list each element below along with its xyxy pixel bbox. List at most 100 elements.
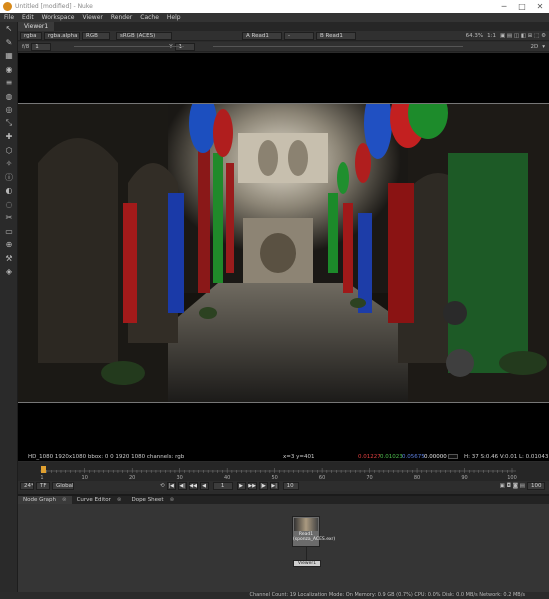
gamma-slider[interactable] xyxy=(213,46,463,47)
menu-file[interactable]: File xyxy=(0,14,18,21)
hsvl-values: H: 37 S:0.46 V:0.01 L: 0.01043 xyxy=(464,454,549,460)
status-bar: Channel Count: 19 Localization Mode: On … xyxy=(0,592,549,599)
playback-controls: 24* TF Global ⟲ |◀ ◀| ◀◀ ◀ 1 ▶ ▶▶ |▶ ▶| … xyxy=(18,481,549,491)
close-button[interactable]: ✕ xyxy=(531,2,549,11)
cursor-coords: x=3 y=401 xyxy=(283,454,315,460)
rendered-image xyxy=(18,103,549,402)
furnace-tool-icon[interactable]: ⊕ xyxy=(0,238,18,252)
keyer-tool-icon[interactable]: ◎ xyxy=(0,103,18,117)
node-graph[interactable]: Read1 (sponza_ACES.exr) Viewer1 xyxy=(18,504,549,592)
pointer-tool-icon[interactable]: ↖ xyxy=(0,22,18,36)
menu-edit[interactable]: Edit xyxy=(18,14,38,21)
window-controls: ─ □ ✕ xyxy=(495,2,549,11)
timecode-format-dropdown[interactable]: TF xyxy=(36,482,50,490)
viewer-controls-bottom: f/8 1 Y 1 2D ▾ xyxy=(18,42,549,52)
views-tool-icon[interactable]: ⓘ xyxy=(0,171,18,185)
alpha-value: 0.00000 xyxy=(424,454,447,460)
maximize-button[interactable]: □ xyxy=(513,2,531,11)
downscale-ratio[interactable]: 1:1 xyxy=(487,33,496,39)
menu-cache[interactable]: Cache xyxy=(136,14,163,21)
toolsets-icon[interactable]: ✂ xyxy=(0,211,18,225)
compare-op-dropdown[interactable]: - xyxy=(284,31,314,40)
goto-start-button[interactable]: |◀ xyxy=(166,482,176,490)
filter-tool-icon[interactable]: ◍ xyxy=(0,90,18,104)
input-a-dropdown[interactable]: A Read1 xyxy=(242,31,282,40)
tab-viewer1[interactable]: Viewer1 xyxy=(18,22,55,31)
menu-viewer[interactable]: Viewer xyxy=(78,14,106,21)
gain-field[interactable]: 1 xyxy=(31,42,52,51)
next-keyframe-button[interactable]: |▶ xyxy=(258,482,268,490)
format-info: HD_1080 1920x1080 bbox: 0 0 1920 1080 ch… xyxy=(28,454,185,460)
cara-vr-tool-icon[interactable]: ◈ xyxy=(0,265,18,279)
tab-dope-sheet[interactable]: Dope Sheet ⊗ xyxy=(126,496,179,504)
timeline-ruler[interactable]: 1 10 20 30 40 50 60 70 80 90 100 xyxy=(18,462,549,481)
viewer1-node[interactable]: Viewer1 xyxy=(293,560,321,567)
play-forward-button[interactable]: ▶ xyxy=(236,482,246,490)
increment-field[interactable]: 10 xyxy=(282,482,299,490)
read1-node[interactable]: Read1 (sponza_ACES.exr) xyxy=(292,516,336,547)
step-back-increment-button[interactable]: ◀◀ xyxy=(188,482,198,490)
menu-render[interactable]: Render xyxy=(107,14,136,21)
format-bound-top xyxy=(18,103,549,104)
prev-keyframe-button[interactable]: ◀| xyxy=(177,482,187,490)
node-graph-tab-bar: Node Graph ⊗ Curve Editor ⊗ Dope Sheet ⊗ xyxy=(18,494,549,504)
metadata-tool-icon[interactable]: ◌ xyxy=(0,198,18,212)
playhead[interactable] xyxy=(41,466,46,473)
zoom-level[interactable]: 64.3% xyxy=(466,33,483,39)
end-frame-field[interactable]: 100 xyxy=(527,482,545,490)
loop-icon[interactable]: ⟲ xyxy=(160,483,165,489)
nodes-toolbar: ↖ ✎ ▦ ◉ ≡ ◍ ◎ ⤡ ✚ ⬡ ✧ ⓘ ◐ ◌ ✂ ▭ ⊕ ⚒ ◈ xyxy=(0,22,18,599)
viewer-process-dropdown[interactable]: sRGB (ACES) xyxy=(116,31,172,40)
merge-tool-icon[interactable]: ⤡ xyxy=(0,117,18,131)
format-bound-bottom xyxy=(18,402,549,403)
other-tool-icon[interactable]: ▭ xyxy=(0,225,18,239)
fps-field[interactable]: 24* xyxy=(20,482,34,490)
red-value: 0.01227 xyxy=(358,454,381,460)
particles-tool-icon[interactable]: ✧ xyxy=(0,157,18,171)
blue-value: 0.05675 xyxy=(402,454,425,460)
menu-workspace[interactable]: Workspace xyxy=(38,14,79,21)
step-forward-increment-button[interactable]: ▶▶ xyxy=(247,482,257,490)
viewer-info-bar: HD_1080 1920x1080 bbox: 0 0 1920 1080 ch… xyxy=(18,453,549,461)
title-bar: Untitled [modified] - Nuke ─ □ ✕ xyxy=(0,0,549,13)
window-title: Untitled [modified] - Nuke xyxy=(15,3,93,10)
timeline[interactable]: 1 10 20 30 40 50 60 70 80 90 100 xyxy=(18,462,549,481)
image-tool-icon[interactable]: ▦ xyxy=(0,49,18,63)
play-backward-button[interactable]: ◀ xyxy=(199,482,209,490)
node-connection[interactable] xyxy=(306,547,307,560)
gain-slider[interactable] xyxy=(74,46,184,47)
close-tab-icon[interactable]: ⊗ xyxy=(62,496,67,504)
close-tab-icon[interactable]: ⊗ xyxy=(117,496,122,504)
viewer-canvas[interactable] xyxy=(18,53,549,453)
nuke-app-icon xyxy=(3,2,12,11)
view-mode-2d[interactable]: 2D xyxy=(531,44,539,50)
menu-bar: File Edit Workspace Viewer Render Cache … xyxy=(0,13,549,22)
color-tool-icon[interactable]: ≡ xyxy=(0,76,18,90)
tab-node-graph[interactable]: Node Graph ⊗ xyxy=(18,496,72,504)
green-value: 0.01023 xyxy=(380,454,403,460)
layer-dropdown[interactable]: rgba xyxy=(20,31,42,40)
transform-tool-icon[interactable]: ✚ xyxy=(0,130,18,144)
close-tab-icon[interactable]: ⊗ xyxy=(170,496,175,504)
deep-tool-icon[interactable]: ◐ xyxy=(0,184,18,198)
nukex-tool-icon[interactable]: ⚒ xyxy=(0,252,18,266)
viewer-settings-icon[interactable]: ▾ xyxy=(542,44,545,50)
draw-tool-icon[interactable]: ✎ xyxy=(0,36,18,50)
minimize-button[interactable]: ─ xyxy=(495,2,513,11)
menu-help[interactable]: Help xyxy=(163,14,185,21)
viewer-icons[interactable]: ▣ ▤ ◫ ◧ ⊞ ⬚ ⚙ xyxy=(500,33,546,39)
display-channels-dropdown[interactable]: RGB xyxy=(82,31,110,40)
current-frame-field[interactable]: 1 xyxy=(212,482,233,490)
read-node-label: Read1 (sponza_ACES.exr) xyxy=(293,532,336,542)
viewer-controls-top: rgba rgba.alpha RGB sRGB (ACES) A Read1 … xyxy=(18,31,549,41)
3d-tool-icon[interactable]: ⬡ xyxy=(0,144,18,158)
input-b-dropdown[interactable]: B Read1 xyxy=(316,31,356,40)
fstop-label: f/8 xyxy=(22,43,30,50)
frame-range-dropdown[interactable]: Global xyxy=(52,482,74,490)
channel-tool-icon[interactable]: ◉ xyxy=(0,63,18,77)
channel-dropdown[interactable]: rgba.alpha xyxy=(44,31,80,40)
color-swatch xyxy=(448,454,458,459)
goto-end-button[interactable]: ▶| xyxy=(269,482,279,490)
cache-icons[interactable]: ▣ ◘ ◙ ▤ xyxy=(500,483,525,489)
tab-curve-editor[interactable]: Curve Editor ⊗ xyxy=(72,496,127,504)
